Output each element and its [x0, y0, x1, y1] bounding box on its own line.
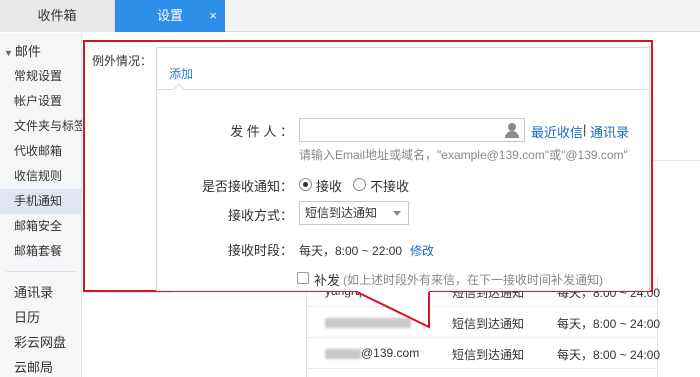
sidebar-item-collect[interactable]: 代收邮箱 [0, 139, 82, 164]
exception-form: 添加 发 件 人 ： 最近收信 | 通讯录 请输入Email地址或域名，"exa… [156, 47, 650, 291]
tab-settings[interactable]: 设置 × [115, 0, 225, 32]
close-icon[interactable]: × [209, 0, 217, 32]
row-time: 每天，8:00 ~ 24:00 [557, 348, 661, 362]
contacts-link[interactable]: 通讯录 [590, 122, 629, 141]
radio-not-receive-label: 不接收 [370, 179, 410, 194]
radio-not-receive[interactable] [353, 178, 366, 191]
method-label: 接收方式： [227, 208, 293, 223]
sidebar-section-mail[interactable]: ▼ 邮件 [0, 41, 82, 63]
exception-popup: 例外情况： 添加 发 件 人 ： 最近收信 | 通讯录 请输入Email地址或域… [83, 40, 653, 292]
sidebar-item-cloud-post[interactable]: 云邮局 [0, 356, 82, 377]
sidebar-item-folders[interactable]: 文件夹与标签 [0, 114, 82, 139]
sidebar-section-label: 邮件 [14, 44, 41, 59]
time-edit-link[interactable]: 修改 [410, 242, 434, 259]
sidebar-item-package[interactable]: 邮箱套餐 [0, 239, 82, 264]
row-time: 每天，8:00 ~ 24:00 [557, 317, 661, 331]
radio-receive[interactable] [299, 178, 312, 191]
background-divider [651, 160, 700, 161]
row-sender: @139.com [325, 346, 419, 360]
sidebar-item-rules[interactable]: 收信规则 [0, 164, 82, 189]
top-tab-bar: 收件箱 设置 × [0, 0, 700, 32]
sidebar-item-general[interactable]: 常规设置 [0, 64, 82, 89]
sidebar-divider [6, 271, 76, 272]
sender-hint: 请输入Email地址或域名，"example@139.com"或"@139.co… [299, 148, 628, 162]
tab-inbox-label: 收件箱 [37, 8, 77, 23]
row-method: 短信到达通知 [452, 317, 525, 331]
sidebar-item-contacts[interactable]: 通讯录 [0, 281, 82, 305]
tab-underline [157, 89, 649, 90]
sender-input[interactable] [299, 118, 525, 142]
notify-label: 是否接收通知： [201, 179, 293, 194]
tab-indicator [173, 83, 185, 95]
method-value: 短信到达通知 [305, 206, 378, 220]
method-select[interactable]: 短信到达通知 [299, 201, 409, 225]
radio-receive-label: 接收 [316, 179, 343, 194]
sidebar-item-mobile-notify[interactable]: 手机通知 [0, 189, 82, 214]
tab-settings-label: 设置 [156, 8, 183, 23]
background-divider [82, 292, 172, 293]
tab-add[interactable]: 添加 [169, 65, 193, 82]
person-icon[interactable] [504, 122, 520, 138]
recent-senders-link[interactable]: 最近收信 [531, 122, 583, 141]
table-row: @139.com 短信到达通知 每天，8:00 ~ 24:00 [307, 338, 661, 369]
sidebar: ▼ 邮件 常规设置 帐户设置 文件夹与标签 代收邮箱 收信规则 手机通知 邮箱安全… [0, 33, 82, 377]
reissue-checkbox[interactable] [297, 272, 309, 284]
tab-inbox[interactable]: 收件箱 [0, 0, 115, 32]
row-method: 短信到达通知 [452, 348, 525, 362]
sidebar-item-security[interactable]: 邮箱安全 [0, 214, 82, 239]
time-label: 接收时段： [227, 243, 293, 258]
sidebar-item-account[interactable]: 帐户设置 [0, 89, 82, 114]
reissue-label: 补发 [314, 273, 341, 288]
reissue-note: (如上述时段外有来信，在下一接收时间补发通知) [343, 273, 603, 287]
link-separator: | [583, 122, 587, 137]
exception-label: 例外情况： [92, 54, 153, 68]
chevron-down-icon [393, 211, 401, 216]
callout-pointer [357, 291, 430, 329]
caret-down-icon: ▼ [4, 48, 13, 58]
sidebar-item-cloud-disk[interactable]: 彩云网盘 [0, 331, 82, 355]
time-value: 每天，8:00 ~ 22:00 [299, 244, 403, 258]
sidebar-item-calendar[interactable]: 日历 [0, 306, 82, 330]
sender-label: 发 件 人 ： [230, 124, 293, 139]
